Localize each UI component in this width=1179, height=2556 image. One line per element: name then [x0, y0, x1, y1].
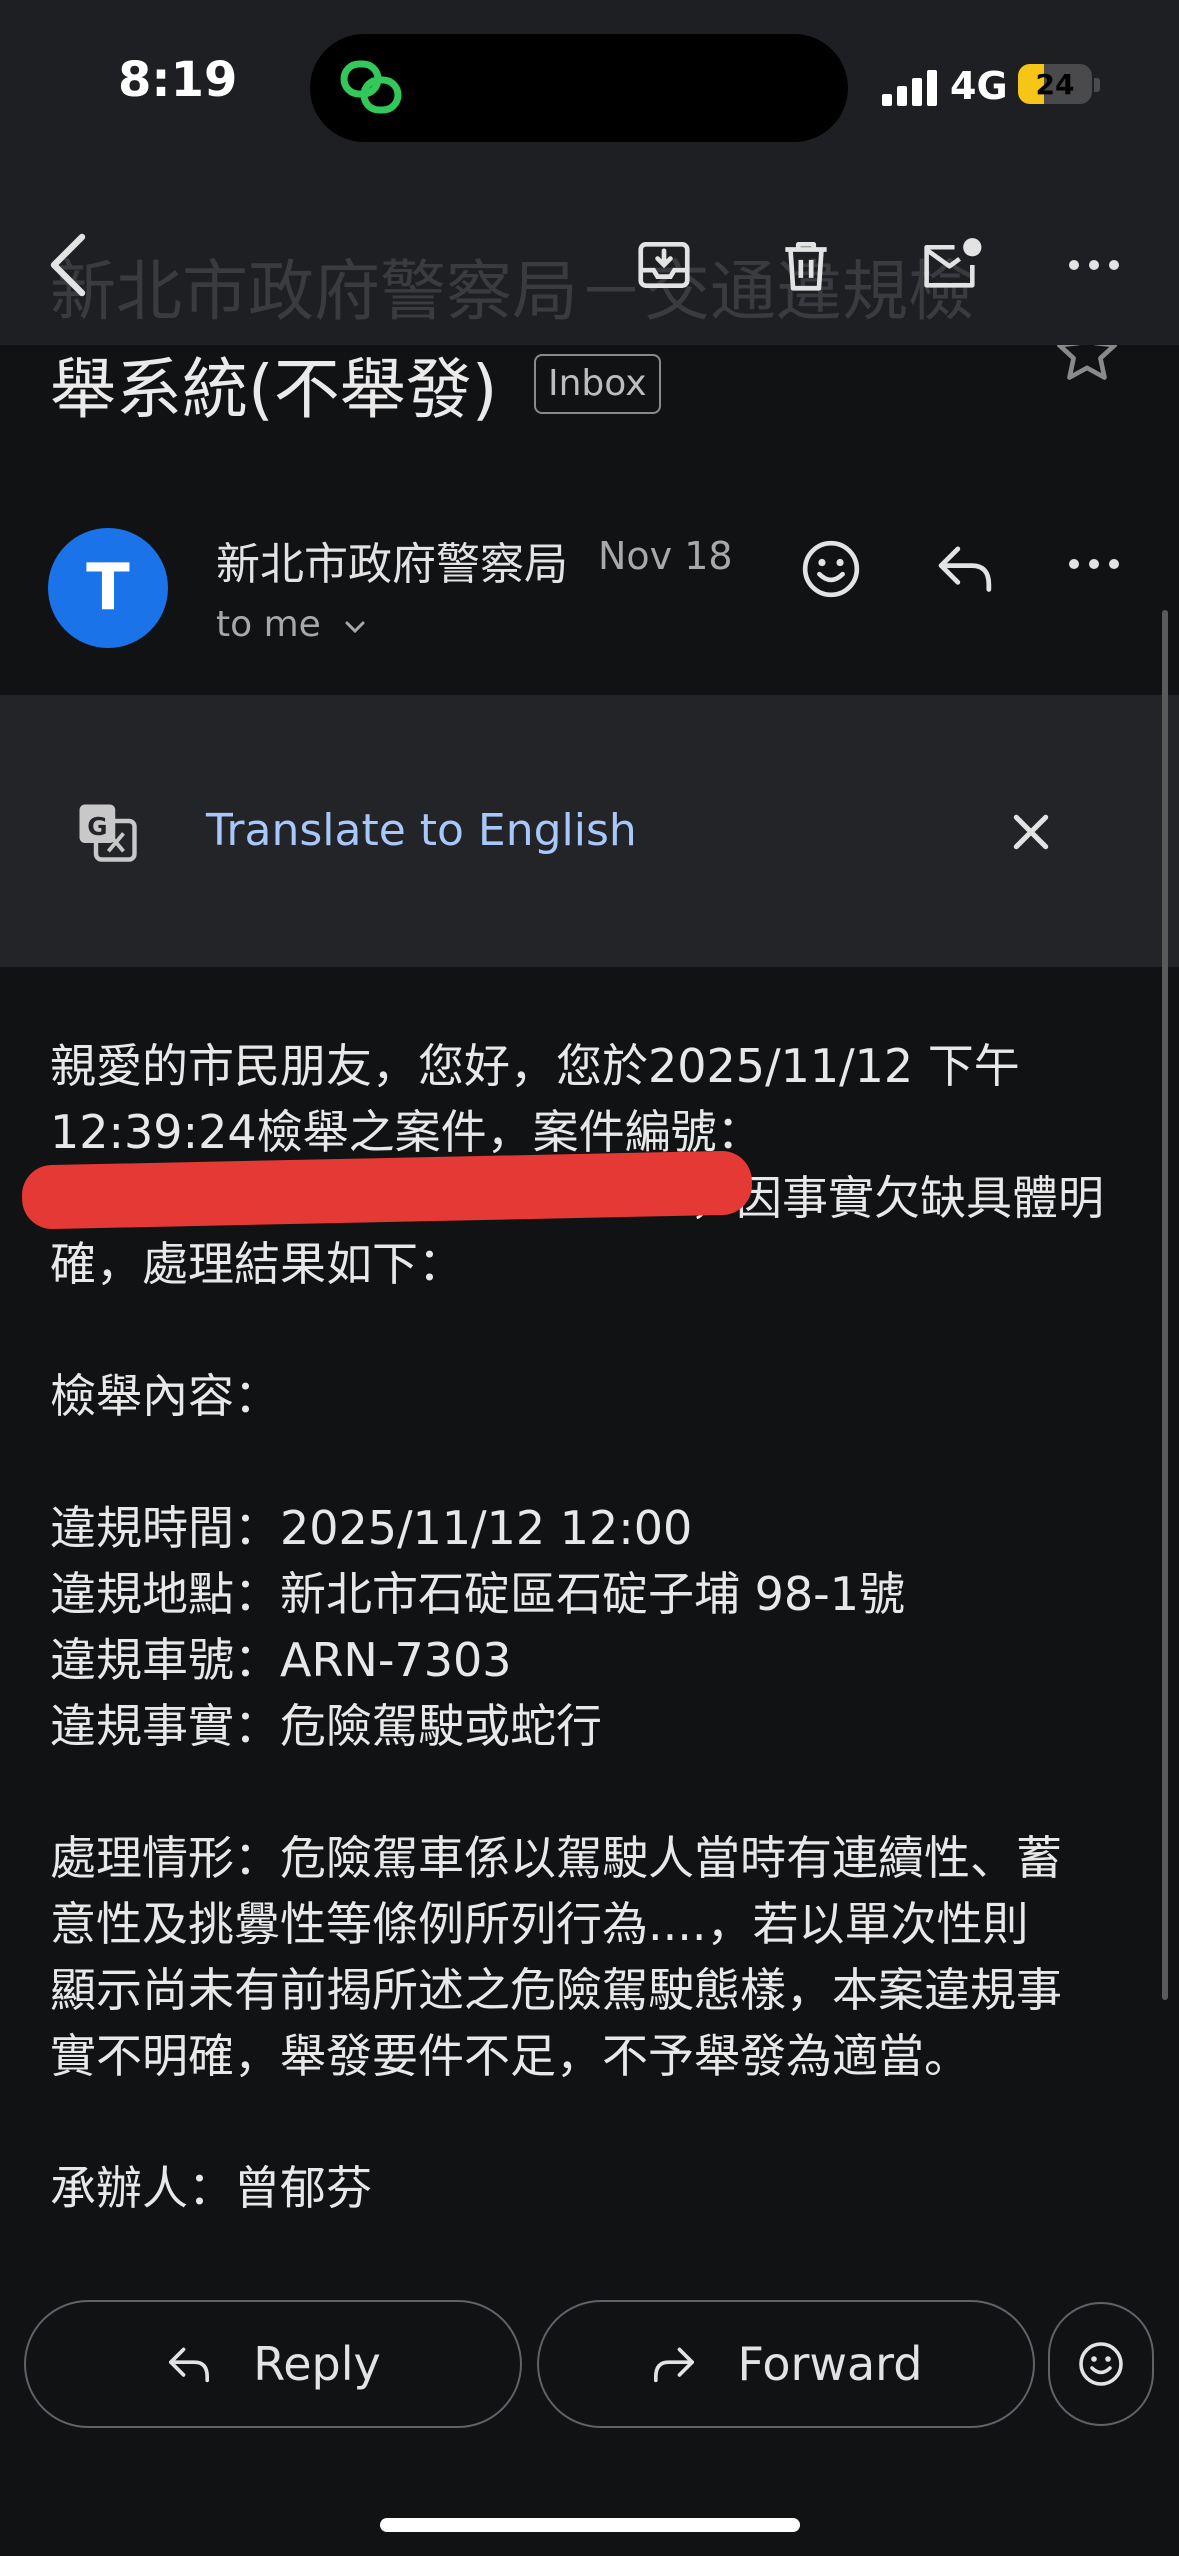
forward-label: Forward	[737, 2337, 923, 2391]
avatar[interactable]: T	[48, 528, 168, 648]
body-line: 處理情形：危險駕車係以駕駛人當時有連續性、蓄	[50, 1831, 1062, 1885]
battery-icon: 24	[1018, 64, 1092, 104]
email-date: Nov 18	[598, 534, 733, 578]
body-line: 意性及挑釁性等條例所列行為....，若以單次性則	[50, 1897, 1029, 1951]
forward-icon	[653, 2347, 694, 2383]
reply-icon[interactable]	[934, 540, 996, 596]
more-dots-icon[interactable]	[1066, 556, 1122, 572]
recipient-toggle[interactable]: to me	[216, 604, 368, 645]
app-bar: 新北市政府警察局－交通違規檢	[0, 180, 1179, 345]
body-line: 違規地點：新北市石碇區石碇子埔 98-1號	[50, 1567, 906, 1621]
subject-line: 舉系統(不舉發)	[50, 351, 498, 428]
signal-icon	[882, 70, 937, 106]
chevron-down-icon	[345, 621, 365, 634]
body-line: 實不明確，舉發要件不足，不予舉發為適當。	[50, 2029, 970, 2083]
inbox-label-chip[interactable]: Inbox	[534, 354, 661, 414]
status-time: 8:19	[118, 52, 238, 108]
body-line: 檢舉內容：	[50, 1369, 280, 1423]
recipient-label: to me	[216, 604, 321, 645]
dynamic-island	[310, 34, 848, 142]
archive-icon[interactable]	[624, 225, 704, 305]
sender-name[interactable]: 新北市政府警察局	[216, 528, 568, 592]
body-line: 12:39:24檢舉之案件，案件編號：	[50, 1105, 763, 1159]
translate-banner: G Translate to English	[0, 695, 1179, 967]
svg-text:G: G	[87, 812, 107, 841]
body-line: 違規事實：危險駕駛或蛇行	[50, 1699, 602, 1753]
battery-cap	[1094, 78, 1100, 92]
trash-icon[interactable]	[766, 225, 846, 305]
body-line: 確，處理結果如下：	[50, 1237, 464, 1291]
body-line: 親愛的市民朋友，您好，您於2025/11/12 下午	[50, 1039, 1020, 1093]
scrollbar[interactable]	[1162, 610, 1168, 2000]
close-icon[interactable]	[1010, 811, 1052, 853]
more-dots-icon[interactable]	[1054, 225, 1134, 305]
mark-unread-icon[interactable]	[912, 225, 992, 305]
network-type: 4G	[950, 64, 1008, 108]
emoji-icon[interactable]	[800, 538, 862, 600]
redaction-mark	[21, 1150, 753, 1230]
body-line: ，因事實欠缺具體明	[690, 1171, 1104, 1225]
body-line: 違規時間：2025/11/12 12:00	[50, 1501, 693, 1555]
status-bar: 8:19 4G 24	[0, 0, 1179, 180]
body-line: 違規車號：ARN-7303	[50, 1633, 512, 1687]
link-activity-icon	[340, 60, 402, 114]
back-arrow-icon[interactable]	[28, 225, 108, 305]
translate-to-english-link[interactable]: Translate to English	[206, 805, 637, 856]
forward-button[interactable]: Forward	[537, 2300, 1035, 2428]
battery-level: 24	[1035, 68, 1075, 101]
reply-button[interactable]: Reply	[24, 2300, 522, 2428]
reply-label: Reply	[253, 2337, 381, 2391]
reply-icon	[169, 2347, 210, 2383]
body-line: 承辦人：曾郁芬	[50, 2161, 372, 2215]
emoji-reaction-button[interactable]	[1048, 2302, 1154, 2426]
body-line: 顯示尚未有前揭所述之危險駕駛態樣，本案違規事	[50, 1963, 1062, 2017]
translate-icon: G	[79, 804, 137, 862]
home-indicator[interactable]	[380, 2518, 800, 2532]
emoji-icon	[1079, 2342, 1123, 2386]
